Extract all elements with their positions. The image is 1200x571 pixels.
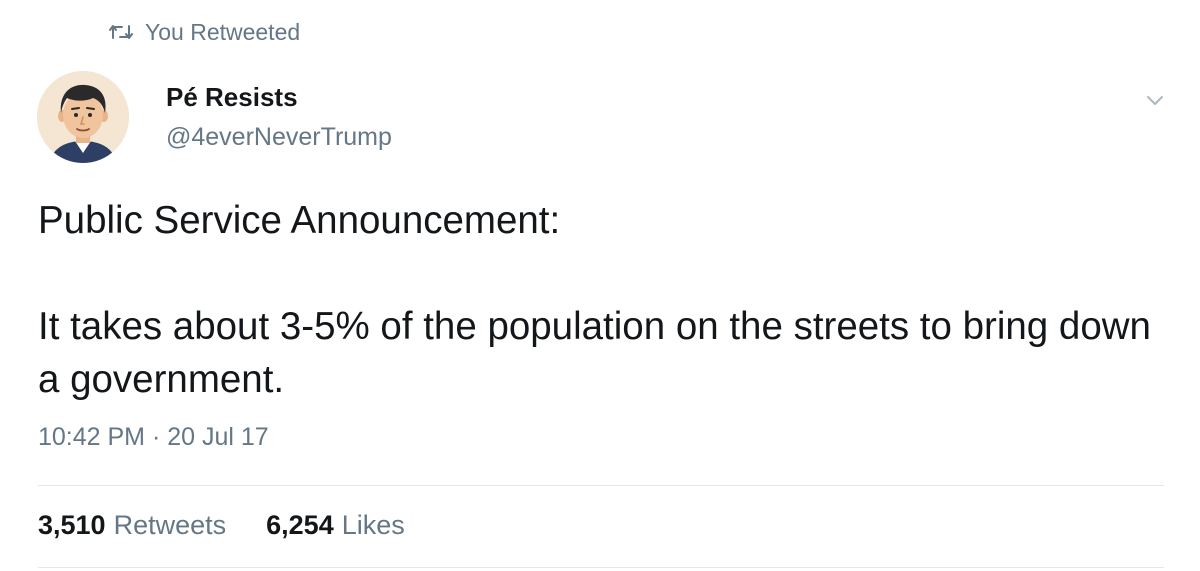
- author-display-name[interactable]: Pé Resists: [166, 82, 298, 113]
- divider: [38, 567, 1164, 568]
- cartoon-man-avatar-icon: [37, 71, 129, 163]
- retweet-context-label: You Retweeted: [145, 18, 301, 45]
- likes-stat[interactable]: 6,254 Likes: [266, 510, 405, 541]
- retweets-label: Retweets: [113, 510, 227, 540]
- likes-count: 6,254: [266, 510, 334, 540]
- retweets-count: 3,510: [38, 510, 106, 540]
- chevron-down-icon[interactable]: [1141, 88, 1169, 112]
- tweet-text-line: It takes about 3-5% of the population on…: [38, 305, 1151, 401]
- avatar[interactable]: [37, 71, 129, 163]
- timestamp-separator: ·: [151, 423, 161, 451]
- tweet-text: Public Service Announcement: It takes ab…: [38, 194, 1168, 406]
- divider: [38, 485, 1164, 486]
- retweets-stat[interactable]: 3,510 Retweets: [38, 510, 226, 541]
- tweet-time: 10:42 PM: [38, 423, 146, 451]
- tweet-date: 20 Jul 17: [167, 423, 269, 451]
- tweet-text-line: Public Service Announcement:: [38, 199, 561, 242]
- tweet-stats: 3,510 Retweets 6,254 Likes: [38, 510, 405, 541]
- likes-label: Likes: [341, 510, 405, 540]
- author-handle[interactable]: @4everNeverTrump: [166, 123, 392, 152]
- tweet-timestamp[interactable]: 10:42 PM · 20 Jul 17: [38, 423, 269, 452]
- retweet-context: You Retweeted: [108, 16, 300, 48]
- retweet-icon: [108, 23, 134, 41]
